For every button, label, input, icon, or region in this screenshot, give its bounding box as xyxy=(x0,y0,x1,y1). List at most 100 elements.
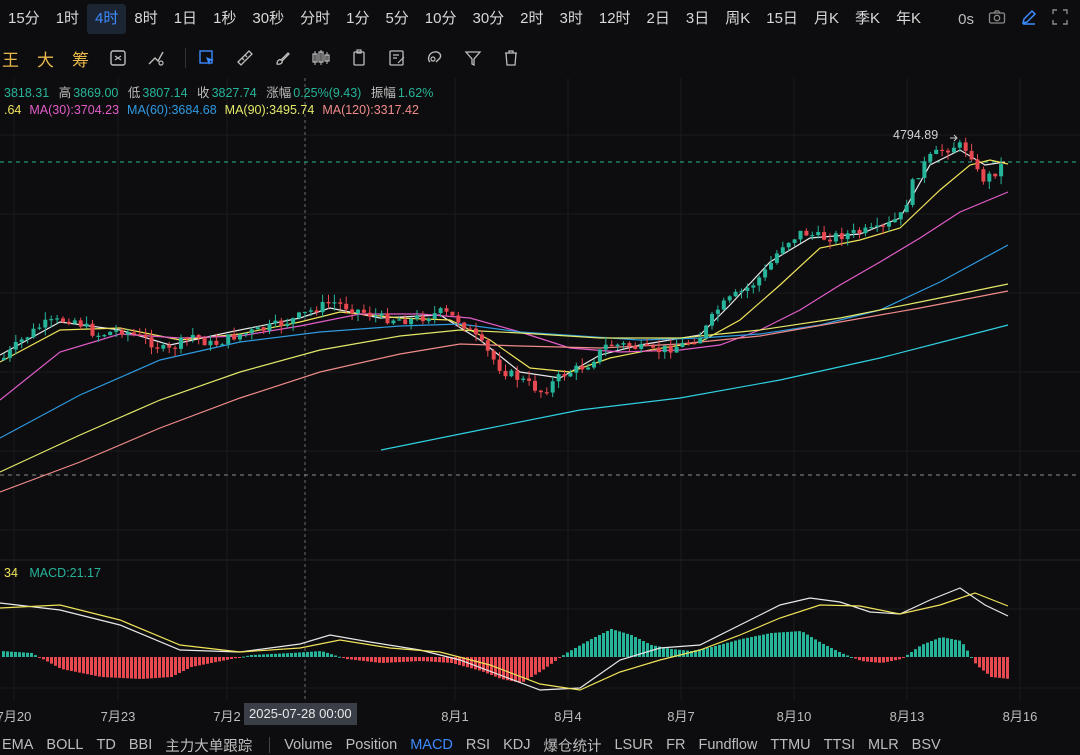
trash-icon[interactable] xyxy=(500,47,522,69)
fullscreen-icon[interactable] xyxy=(1052,9,1068,29)
candlestick-icon[interactable] xyxy=(310,47,332,69)
candle-body xyxy=(415,315,419,319)
sub-indicator-11[interactable]: MLR xyxy=(868,737,899,753)
sub-indicator-4[interactable]: KDJ xyxy=(503,737,530,753)
sub-indicator-10[interactable]: TTSI xyxy=(824,737,855,753)
delay-label[interactable]: 0s xyxy=(958,11,974,28)
timeframe-17[interactable]: 周K xyxy=(717,4,758,34)
timeframe-13[interactable]: 3时 xyxy=(552,4,591,34)
timeframe-12[interactable]: 2时 xyxy=(512,4,551,34)
macd-bar xyxy=(154,657,157,679)
low-label: 低 xyxy=(127,86,141,100)
macd-bar xyxy=(734,640,737,657)
timeframe-15[interactable]: 2日 xyxy=(639,4,678,34)
timeframe-3[interactable]: 8时 xyxy=(126,4,165,34)
macd-bar xyxy=(602,633,605,657)
sub-indicator-0[interactable]: Volume xyxy=(284,737,332,753)
macd-bar xyxy=(530,657,533,677)
timeframe-19[interactable]: 月K xyxy=(806,4,847,34)
macd-bar xyxy=(754,636,757,657)
candle-body xyxy=(344,303,349,310)
macd-histogram xyxy=(2,629,1009,683)
timeframe-9[interactable]: 5分 xyxy=(377,4,416,34)
timeframe-8[interactable]: 1分 xyxy=(338,4,377,34)
pencil-icon[interactable] xyxy=(1020,8,1038,30)
candle-body xyxy=(78,320,83,327)
macd-bar xyxy=(242,656,245,658)
macd-bar xyxy=(830,648,833,657)
candle-body xyxy=(485,340,490,351)
macd-bar xyxy=(150,657,153,679)
sub-indicator-5[interactable]: 爆仓统计 xyxy=(543,735,601,755)
macd-bar xyxy=(410,657,413,662)
clipboard-icon[interactable] xyxy=(348,47,370,69)
candle-body xyxy=(798,230,803,240)
candle-body xyxy=(438,308,443,314)
overlay-indicator-2[interactable]: TD xyxy=(97,737,116,753)
edit-note-icon[interactable] xyxy=(386,47,408,69)
candle-body xyxy=(562,374,567,377)
toolbar-label-wang[interactable]: 王 xyxy=(2,46,19,71)
candle-body xyxy=(43,319,48,328)
macd-bar xyxy=(778,632,781,657)
candle-body xyxy=(869,226,874,229)
indicator-settings-icon[interactable] xyxy=(145,47,167,69)
macd-bar xyxy=(354,657,357,661)
timeframe-1[interactable]: 1时 xyxy=(48,4,87,34)
timeframe-11[interactable]: 30分 xyxy=(464,4,512,34)
overlay-indicator-1[interactable]: BOLL xyxy=(46,737,83,753)
timeframe-18[interactable]: 15日 xyxy=(758,4,806,34)
timeframe-10[interactable]: 10分 xyxy=(417,4,465,34)
toolbar-label-chou[interactable]: 筹 xyxy=(72,46,89,71)
macd-bar xyxy=(894,657,897,661)
timeframe-0[interactable]: 15分 xyxy=(0,4,48,34)
macd-bar xyxy=(434,657,437,662)
camera-icon[interactable] xyxy=(988,9,1006,29)
macd-bar xyxy=(414,657,417,662)
macd-bar xyxy=(630,635,633,657)
timeframe-20[interactable]: 季K xyxy=(847,4,888,34)
sub-indicator-7[interactable]: FR xyxy=(666,737,685,753)
macd-bar xyxy=(10,651,13,657)
sub-indicator-12[interactable]: BSV xyxy=(912,737,941,753)
candle-body xyxy=(432,313,437,319)
brush-icon[interactable] xyxy=(272,47,294,69)
candle-body xyxy=(291,318,296,324)
candle-body xyxy=(202,338,207,346)
candle-body xyxy=(969,150,974,160)
timeframe-5[interactable]: 1秒 xyxy=(205,4,244,34)
timeframe-21[interactable]: 年K xyxy=(888,4,929,34)
sub-indicator-9[interactable]: TTMU xyxy=(770,737,810,753)
sub-indicator-2[interactable]: MACD xyxy=(410,737,453,753)
timeframe-16[interactable]: 3日 xyxy=(678,4,717,34)
magnet-icon[interactable] xyxy=(424,47,446,69)
sync-icon[interactable] xyxy=(107,47,129,69)
macd-bar xyxy=(514,657,517,682)
timeframe-4[interactable]: 1日 xyxy=(166,4,205,34)
macd-bar xyxy=(722,643,725,657)
macd-bar xyxy=(26,652,29,657)
timeframe-2[interactable]: 4时 xyxy=(87,4,127,34)
macd-bar xyxy=(274,653,277,657)
sub-indicator-8[interactable]: Fundflow xyxy=(699,737,758,753)
sub-indicator-3[interactable]: RSI xyxy=(466,737,490,753)
candle-body xyxy=(125,332,130,335)
ruler-icon[interactable] xyxy=(234,47,256,69)
timeframe-14[interactable]: 12时 xyxy=(591,4,639,34)
candle-body xyxy=(267,323,272,331)
macd-bar xyxy=(230,657,233,659)
sub-indicator-6[interactable]: LSUR xyxy=(614,737,653,753)
cursor-select-icon[interactable] xyxy=(196,47,218,69)
macd-bar xyxy=(458,657,461,666)
timeframe-6[interactable]: 30秒 xyxy=(244,4,292,34)
macd-bar xyxy=(122,657,125,679)
overlay-indicator-4[interactable]: 主力大单跟踪 xyxy=(165,735,252,755)
sub-indicator-1[interactable]: Position xyxy=(346,737,398,753)
overlay-indicator-3[interactable]: BBI xyxy=(129,737,152,753)
macd-bar xyxy=(854,657,857,659)
toolbar-label-da[interactable]: 大 xyxy=(37,46,54,71)
timeframe-7[interactable]: 分时 xyxy=(292,4,338,34)
overlay-indicator-0[interactable]: EMA xyxy=(2,737,33,753)
filter-icon[interactable] xyxy=(462,47,484,69)
candle-body xyxy=(108,331,113,336)
